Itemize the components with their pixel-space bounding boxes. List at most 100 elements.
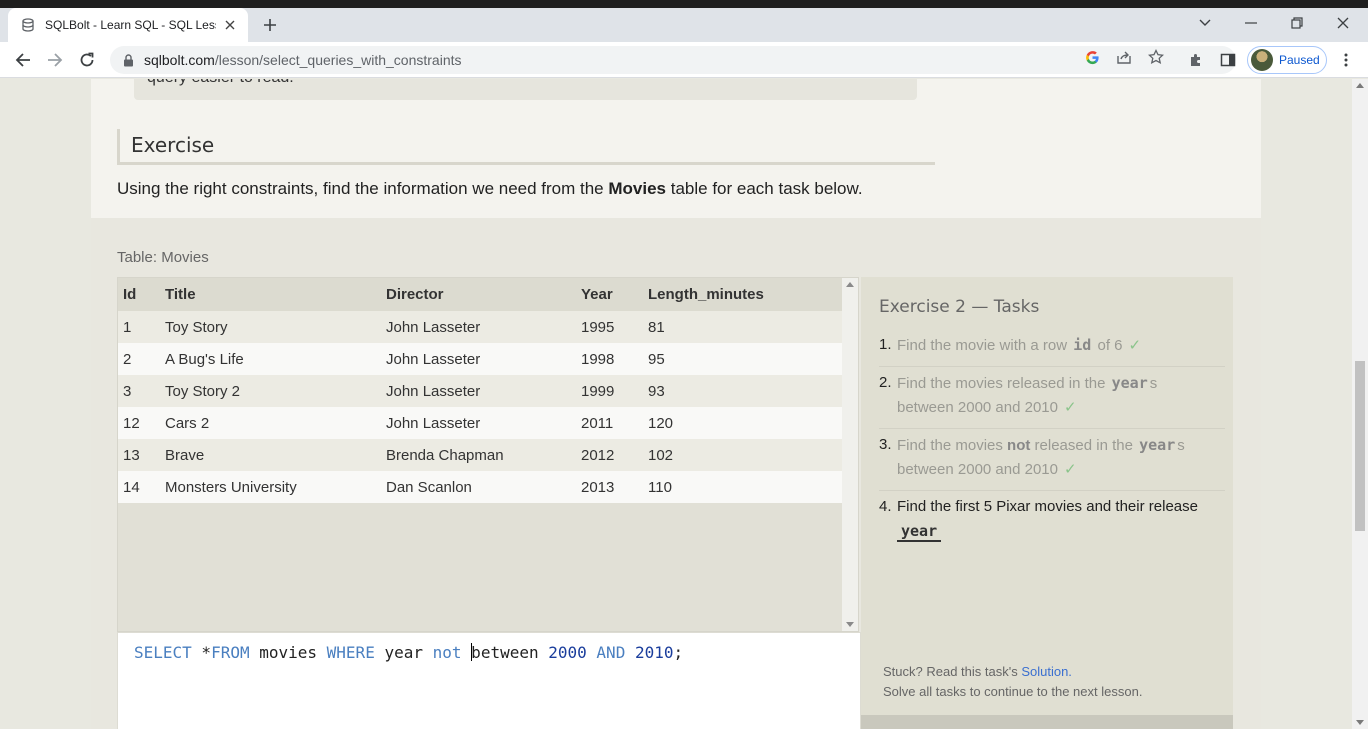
sql-token: movies: [249, 643, 327, 662]
task-number: 3.: [879, 436, 892, 453]
task-text: Find the movies: [897, 437, 1008, 454]
task-code: year: [1139, 436, 1176, 454]
extensions-puzzle-icon[interactable]: [1186, 50, 1206, 70]
side-panel-icon[interactable]: [1218, 50, 1238, 70]
table-row: 2 A Bug's Life John Lasseter 1998 95: [118, 343, 844, 375]
tip-box: query easier to read.: [134, 79, 917, 100]
profile-button[interactable]: Paused: [1247, 46, 1327, 74]
address-bar[interactable]: sqlbolt.com/lesson/select_queries_with_c…: [110, 46, 1236, 74]
table-cell: 95: [643, 343, 844, 375]
results-table-panel[interactable]: Id Title Director Year Length_minutes 1 …: [117, 277, 859, 632]
checkmark-icon: ✓: [1063, 399, 1077, 416]
table-cell: 2: [118, 343, 160, 375]
table-caption: Table: Movies: [117, 249, 209, 266]
table-row: 1 Toy Story John Lasseter 1995 81: [118, 311, 844, 343]
url-path: /lesson/select_queries_with_constraints: [214, 52, 462, 68]
table-cell: 2013: [576, 471, 643, 503]
table-cell: 3: [118, 375, 160, 407]
task-text: Find the movie with a row: [897, 337, 1072, 354]
table-cell: John Lasseter: [381, 311, 576, 343]
table-row: 12 Cars 2 John Lasseter 2011 120: [118, 407, 844, 439]
share-icon[interactable]: [1115, 48, 1133, 66]
table-cell: John Lasseter: [381, 407, 576, 439]
table-row: 14 Monsters University Dan Scanlon 2013 …: [118, 471, 844, 503]
table-cell: 81: [643, 311, 844, 343]
browser-tab[interactable]: SQLBolt - Learn SQL - SQL Lesson: [8, 8, 248, 42]
scroll-up-icon[interactable]: [1356, 83, 1364, 88]
table-row: 3 Toy Story 2 John Lasseter 1999 93: [118, 375, 844, 407]
solution-link[interactable]: Solution.: [1021, 664, 1072, 679]
table-cell: Dan Scanlon: [381, 471, 576, 503]
restore-icon[interactable]: [1274, 8, 1320, 38]
task-item: 2. Find the movies released in the year s…: [879, 367, 1225, 429]
profile-status: Paused: [1279, 53, 1320, 67]
task-text: of 6: [1093, 337, 1123, 354]
table-cell: John Lasseter: [381, 375, 576, 407]
window-close-icon[interactable]: [1320, 8, 1366, 38]
kebab-menu-icon[interactable]: [1336, 50, 1356, 70]
task-text: Find the first 5 Pixar movies and their …: [897, 498, 1198, 515]
scrollbar-thumb[interactable]: [1355, 361, 1365, 531]
task-code: id: [1073, 336, 1092, 354]
task-code: year: [1111, 374, 1148, 392]
table-cell: 2011: [576, 407, 643, 439]
table-cell: Toy Story 2: [160, 375, 381, 407]
table-cell: 110: [643, 471, 844, 503]
minimize-icon[interactable]: [1228, 8, 1274, 38]
task-item-current: 4. Find the first 5 Pixar movies and the…: [879, 491, 1225, 552]
table-cell: 13: [118, 439, 160, 471]
scroll-down-icon[interactable]: [1356, 720, 1364, 725]
tip-text: query easier to read.: [147, 79, 294, 87]
table-cell: 1998: [576, 343, 643, 375]
table-scrollbar[interactable]: [842, 278, 858, 631]
task-text: released in the: [1030, 437, 1138, 454]
exercise-title: Exercise: [131, 133, 215, 157]
table-cell: Brave: [160, 439, 381, 471]
table-row: 13 Brave Brenda Chapman 2012 102: [118, 439, 844, 471]
page-viewport: query easier to read. Exercise Using the…: [0, 79, 1352, 729]
table-cell: 2012: [576, 439, 643, 471]
task-text: Find the movies released in the: [897, 375, 1110, 392]
intro-table-name: Movies: [608, 179, 667, 198]
close-icon[interactable]: [222, 17, 238, 33]
avatar: [1251, 49, 1273, 71]
intro-text: Using the right constraints, find the in…: [117, 179, 609, 198]
tab-search-chevron-icon[interactable]: [1182, 8, 1228, 38]
scroll-up-icon[interactable]: [846, 282, 854, 287]
hint-line: Solve all tasks to continue to the next …: [883, 684, 1143, 699]
scroll-down-icon[interactable]: [846, 622, 854, 627]
table-cell: 120: [643, 407, 844, 439]
bookmark-star-icon[interactable]: [1147, 48, 1165, 66]
sql-query-editor[interactable]: SELECT *FROM movies WHERE year not betwe…: [117, 632, 861, 729]
reload-icon[interactable]: [73, 46, 101, 74]
task-item: 3. Find the movies not released in the y…: [879, 429, 1225, 491]
table-cell: 1: [118, 311, 160, 343]
table-cell: Toy Story: [160, 311, 381, 343]
table-header-row: Id Title Director Year Length_minutes: [118, 278, 844, 311]
table-cell: Cars 2: [160, 407, 381, 439]
hint-text: Stuck? Read this task's Solution. Solve …: [883, 662, 1142, 702]
tasks-panel-footer: [861, 715, 1233, 729]
table-cell: 1995: [576, 311, 643, 343]
task-number: 4.: [879, 498, 892, 515]
sql-query-text[interactable]: SELECT *FROM movies WHERE year not betwe…: [134, 643, 683, 662]
table-cell: John Lasseter: [381, 343, 576, 375]
task-number: 2.: [879, 374, 892, 391]
lock-icon[interactable]: [120, 52, 136, 68]
task-emphasis: not: [1007, 437, 1031, 454]
table-cell: 12: [118, 407, 160, 439]
new-tab-button[interactable]: [258, 13, 282, 37]
forward-arrow-icon[interactable]: [41, 46, 69, 74]
table-cell: 1999: [576, 375, 643, 407]
column-header: Director: [381, 278, 576, 311]
table-cell: 93: [643, 375, 844, 407]
sql-token: ;: [673, 643, 684, 662]
page-scrollbar[interactable]: [1352, 79, 1368, 729]
task-number: 1.: [879, 336, 892, 353]
sql-token: etween: [480, 643, 549, 662]
table-cell: 102: [643, 439, 844, 471]
back-arrow-icon[interactable]: [9, 46, 37, 74]
google-translate-icon[interactable]: [1083, 48, 1101, 66]
